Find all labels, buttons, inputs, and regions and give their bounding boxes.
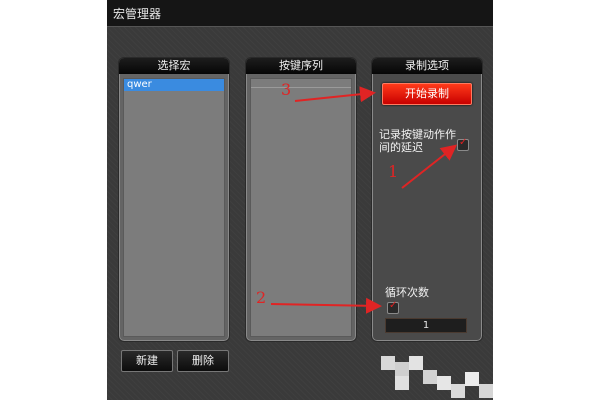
annotation-1: 1 (388, 162, 399, 181)
loop-count-label: 循环次数 (385, 286, 429, 299)
record-delay-label-line1: 记录按键动作作 (379, 128, 456, 141)
window-title: 宏管理器 (113, 7, 162, 21)
macro-select-panel: 选择宏 qwer (118, 57, 230, 342)
record-delay-checkbox[interactable]: ✓ (457, 137, 469, 151)
macro-list[interactable]: qwer (123, 78, 225, 337)
key-sequence-header: 按键序列 (246, 58, 356, 74)
mosaic-block (409, 356, 423, 370)
record-delay-label: 记录按键动作作 间的延迟 (379, 128, 456, 154)
window-content: 选择宏 qwer 按键序列 录制选项 开始录制 记录按键动作作 间的延迟 ✓ 循… (107, 26, 493, 400)
key-sequence-row[interactable] (251, 79, 351, 88)
mosaic-block (395, 362, 409, 376)
checkmark-icon: ✓ (459, 137, 468, 148)
loop-checkbox[interactable]: ✓ (387, 300, 399, 314)
mosaic-block (437, 376, 451, 390)
mosaic-block (395, 376, 409, 390)
loop-count-input[interactable]: 1 (385, 318, 467, 333)
mosaic-block (479, 384, 493, 398)
record-options-header: 录制选项 (372, 58, 482, 74)
record-delay-label-line2: 间的延迟 (379, 141, 423, 154)
title-bar: 宏管理器 (107, 0, 493, 26)
delete-macro-button[interactable]: 删除 (177, 350, 229, 372)
annotation-2: 2 (256, 288, 267, 307)
mosaic-block (465, 372, 479, 386)
mosaic-block (381, 356, 395, 370)
macro-list-item[interactable]: qwer (124, 79, 224, 91)
new-macro-button[interactable]: 新建 (121, 350, 173, 372)
annotation-3: 3 (281, 80, 292, 99)
mosaic-block (451, 384, 465, 398)
macro-manager-window: 宏管理器 选择宏 qwer 按键序列 录制选项 开始录制 记录按键动作作 间的延… (107, 0, 493, 400)
mosaic-block (423, 370, 437, 384)
start-record-button[interactable]: 开始录制 (382, 83, 472, 105)
checkmark-icon: ✓ (389, 300, 398, 311)
macro-select-header: 选择宏 (119, 58, 229, 74)
